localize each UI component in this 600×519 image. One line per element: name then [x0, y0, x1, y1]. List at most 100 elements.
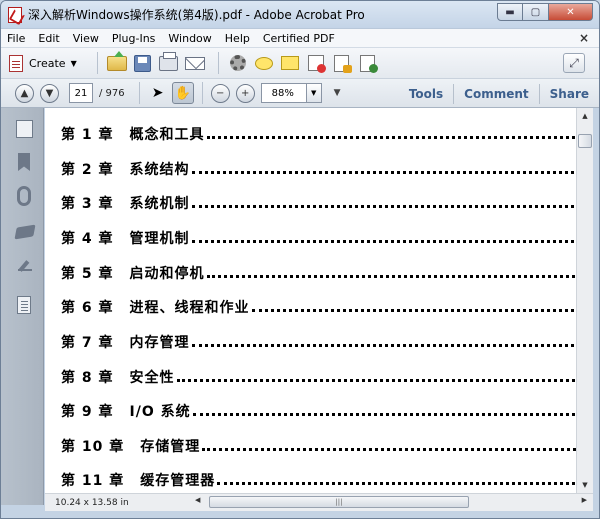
scroll-up-icon[interactable]: ▲ — [577, 108, 593, 124]
navigation-toolbar: ▲ ▼ 21 / 976 ➤ ✋ − + 88% ▼ ▼ Tools Comme… — [1, 78, 599, 108]
toc-entry[interactable]: 第 4 章 管理机制 — [61, 228, 576, 248]
chapter-number: 第 8 章 — [61, 370, 114, 386]
hand-tool-button[interactable]: ✋ — [171, 82, 194, 104]
scroll-left-icon[interactable]: ◀ — [195, 496, 200, 504]
arrow-down-icon: ▼ — [45, 87, 54, 99]
toc-entry[interactable]: 第 9 章 I/O 系统 — [61, 401, 576, 421]
secure-button[interactable] — [331, 53, 353, 73]
scroll-down-icon[interactable]: ▼ — [577, 477, 593, 493]
bookmarks-icon[interactable] — [18, 153, 30, 171]
dot-leader — [191, 344, 576, 347]
navigation-pane — [1, 108, 44, 505]
horizontal-scroll-thumb[interactable]: ||| — [209, 496, 469, 508]
task-pane-links: Tools Comment Share — [399, 79, 599, 109]
sign-button[interactable] — [357, 53, 379, 73]
menu-certified-pdf[interactable]: Certified PDF — [263, 32, 335, 45]
settings-button[interactable] — [227, 53, 249, 73]
layers-icon[interactable] — [14, 224, 36, 240]
dot-leader — [192, 413, 576, 416]
acrobat-pdf-icon — [8, 6, 22, 23]
toc-entry[interactable]: 第 10 章 存储管理 — [61, 436, 576, 456]
menu-view[interactable]: View — [73, 32, 99, 45]
chapter-title: I/O 系统 — [129, 404, 191, 420]
share-pane-button[interactable]: Share — [538, 84, 599, 104]
close-document-button[interactable]: × — [579, 31, 589, 45]
previous-page-button[interactable]: ▲ — [15, 83, 34, 103]
menu-file[interactable]: File — [7, 32, 25, 45]
print-button[interactable] — [158, 51, 180, 73]
expand-button[interactable]: ⤢ — [563, 53, 585, 73]
toc-entry[interactable]: 第 6 章 进程、线程和作业 — [61, 297, 576, 317]
toc-entry[interactable]: 第 11 章 缓存管理器 — [61, 470, 576, 490]
chapter-number: 第 6 章 — [61, 300, 114, 316]
scroll-thumb[interactable] — [578, 134, 592, 148]
minus-icon: − — [215, 87, 225, 99]
save-disk-icon — [134, 54, 152, 72]
more-tools-button[interactable]: ▼ — [334, 88, 341, 98]
toolbar-divider — [96, 52, 98, 74]
create-button[interactable]: Create ▼ — [9, 54, 77, 72]
dot-leader — [206, 136, 576, 139]
toc-entry[interactable]: 第 1 章 概念和工具 — [61, 124, 576, 144]
next-page-button[interactable]: ▼ — [40, 83, 59, 103]
chapter-title: 缓存管理器 — [140, 473, 216, 489]
zoom-level-input[interactable]: 88% — [260, 83, 307, 103]
stamp-icon — [307, 55, 326, 73]
stamp-tool-button[interactable] — [305, 53, 327, 73]
email-button[interactable] — [184, 53, 206, 73]
chapter-number: 第 2 章 — [61, 162, 114, 178]
toc-entry[interactable]: 第 2 章 系统结构 — [61, 159, 576, 179]
chevron-down-icon: ▼ — [310, 89, 317, 97]
chevron-down-icon: ▼ — [70, 58, 77, 68]
title-bar: 深入解析Windows操作系统(第4版).pdf - Adobe Acrobat… — [1, 1, 599, 28]
menu-plug-ins[interactable]: Plug-Ins — [112, 32, 156, 45]
chapter-title: 系统结构 — [129, 162, 190, 178]
zoom-dropdown-button[interactable]: ▼ — [306, 83, 322, 103]
dot-leader — [206, 275, 576, 278]
chapter-title: 安全性 — [129, 370, 175, 386]
page-total: / 976 — [99, 87, 125, 99]
document-view[interactable]: 第 1 章 概念和工具 第 2 章 系统结构 第 3 章 系统机制 第 4 章 … — [45, 108, 576, 493]
horizontal-scrollbar[interactable]: ◀ ||| ▶ — [195, 496, 587, 509]
menu-help[interactable]: Help — [225, 32, 250, 45]
toc-entry[interactable]: 第 5 章 启动和停机 — [61, 263, 576, 283]
window-bottom-border — [1, 511, 599, 518]
zoom-out-button[interactable]: − — [210, 83, 230, 103]
menu-edit[interactable]: Edit — [38, 32, 59, 45]
save-button[interactable] — [132, 53, 154, 73]
page-thumbnails-icon[interactable] — [13, 117, 33, 138]
signatures-icon[interactable] — [16, 260, 34, 274]
toc-entry[interactable]: 第 8 章 安全性 — [61, 367, 576, 387]
menu-window[interactable]: Window — [168, 32, 211, 45]
toc-entry[interactable]: 第 3 章 系统机制 — [61, 193, 576, 213]
close-window-button[interactable]: ✕ — [549, 3, 593, 21]
comment-pane-button[interactable]: Comment — [453, 84, 538, 104]
chapter-number: 第 3 章 — [61, 196, 114, 212]
scroll-right-icon[interactable]: ▶ — [582, 496, 587, 504]
toc-entry[interactable]: 第 7 章 内存管理 — [61, 332, 576, 352]
arrow-up-icon: ▲ — [20, 87, 29, 99]
open-button[interactable] — [106, 50, 128, 73]
attachments-icon[interactable] — [17, 186, 31, 206]
chapter-title: 进程、线程和作业 — [129, 300, 250, 316]
vertical-scrollbar[interactable]: ▲ ▼ — [576, 108, 593, 493]
select-tool-button[interactable]: ➤ — [148, 83, 168, 103]
main-toolbar: Create ▼ ⤢ — [1, 47, 599, 78]
gear-icon — [229, 55, 246, 71]
dot-leader — [191, 171, 576, 174]
tools-pane-button[interactable]: Tools — [399, 84, 453, 104]
plus-icon: + — [240, 87, 250, 99]
maximize-button[interactable]: ▢ — [523, 3, 549, 21]
chapter-title: 启动和停机 — [129, 266, 205, 282]
minimize-button[interactable]: ▬ — [497, 3, 523, 21]
dot-leader — [217, 482, 576, 485]
page-number-input[interactable]: 21 — [69, 83, 93, 103]
comment-tool-button[interactable] — [253, 53, 275, 73]
highlight-tool-button[interactable] — [279, 53, 301, 73]
toolbar-divider — [217, 52, 219, 74]
zoom-in-button[interactable]: + — [235, 83, 255, 103]
content-icon[interactable] — [17, 296, 31, 314]
chapter-number: 第 9 章 — [61, 404, 114, 420]
expand-icon: ⤢ — [569, 55, 579, 70]
create-label: Create — [29, 56, 66, 70]
